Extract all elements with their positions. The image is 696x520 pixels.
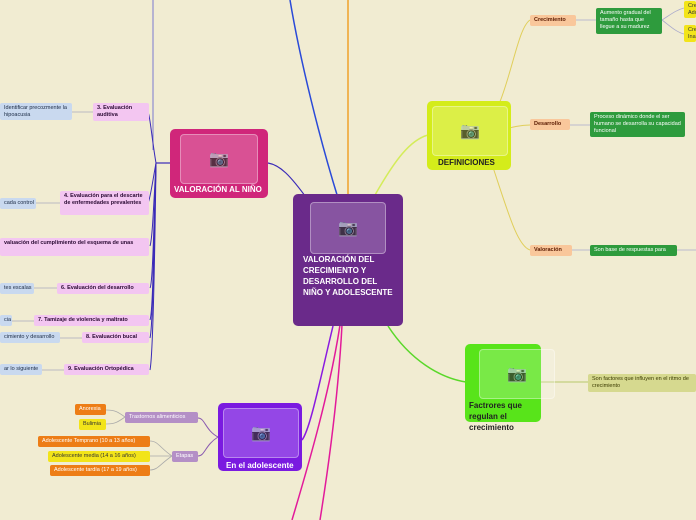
- nino-note-bucal[interactable]: cimiento y desarrollo: [0, 332, 60, 343]
- nino-item-vacunas[interactable]: valuación del cumplimiento del esquema d…: [0, 238, 149, 256]
- node-adolescente[interactable]: 📷 En el adolescente: [218, 403, 302, 471]
- nino-note-ortopedica[interactable]: ar lo siguiente: [0, 364, 42, 375]
- nino-item-bucal[interactable]: 8. Evaluación bucal: [82, 332, 149, 343]
- camera-icon: 📷: [180, 134, 258, 184]
- node-valoracion-nino[interactable]: 📷 VALORACIÓN AL NIÑO: [170, 129, 268, 198]
- nino-item-enfermedades[interactable]: 4. Evaluación para el descarte de enferm…: [60, 191, 149, 215]
- node-adolescente-title: En el adolescente: [226, 461, 294, 470]
- camera-icon: 📷: [223, 408, 299, 458]
- factores-desc[interactable]: Son factores que influyen en el ritmo de…: [588, 374, 696, 392]
- def-crecimiento[interactable]: Crecimiento: [530, 15, 576, 26]
- central-node[interactable]: 📷 VALORACIÓN DEL CRECIMIENTO Y DESARROLL…: [293, 194, 403, 326]
- adol-trastornos[interactable]: Trastornos alimenticios: [125, 412, 198, 423]
- nino-item-auditiva[interactable]: 3. Evaluación auditiva: [93, 103, 149, 121]
- nino-note-desarrollo[interactable]: tes escalas: [0, 283, 34, 294]
- def-valoracion[interactable]: Valoración: [530, 245, 572, 256]
- node-factores-title: Factrores que regulan el crecimiento: [469, 401, 522, 432]
- nino-note-enfermedades[interactable]: cada control: [0, 198, 36, 209]
- node-definiciones-title: DEFINICIONES: [438, 158, 495, 167]
- node-definiciones[interactable]: 📷 DEFINICIONES: [427, 101, 511, 170]
- adol-etapa-tardia[interactable]: Adolescente tardía (17 a 19 años): [50, 465, 150, 476]
- def-crecimiento-sub-2[interactable]: Cre Ina: [684, 25, 696, 42]
- def-crecimiento-sub-1[interactable]: Cre Ado: [684, 1, 696, 18]
- adol-etapa-temprano[interactable]: Adolescente Temprano (10 a 13 años): [38, 436, 150, 447]
- camera-icon: 📷: [432, 106, 508, 156]
- def-desarrollo[interactable]: Desarrollo: [530, 119, 570, 130]
- nino-note-violencia[interactable]: cia: [0, 315, 12, 326]
- nino-note-auditiva[interactable]: Identificar precozmente la hipoacusia: [0, 103, 72, 120]
- node-factores[interactable]: 📷 Factrores que regulan el crecimiento: [465, 344, 555, 432]
- def-valoracion-desc[interactable]: Son base de respuestas para: [590, 245, 677, 256]
- adol-anorexia[interactable]: Anorexia: [75, 404, 106, 415]
- camera-icon: 📷: [479, 349, 555, 399]
- camera-icon: 📷: [310, 202, 386, 254]
- adol-etapas[interactable]: Etapas: [172, 451, 198, 462]
- adol-bulimia[interactable]: Bulimia: [79, 419, 106, 430]
- adol-etapa-media[interactable]: Adolescente media (14 a 16 años): [48, 451, 150, 462]
- nino-item-ortopedica[interactable]: 9. Evaluación Ortopédica: [64, 364, 149, 375]
- def-crecimiento-desc[interactable]: Aumento gradual del tamaño hasta que lle…: [596, 8, 662, 34]
- nino-item-desarrollo[interactable]: 6. Evaluación del desarrollo: [57, 283, 149, 294]
- nino-item-violencia[interactable]: 7. Tamizaje de violencia y maltrato: [34, 315, 149, 326]
- def-desarrollo-desc[interactable]: Proceso dinámico donde el ser humano se …: [590, 112, 685, 137]
- central-node-title: VALORACIÓN DEL CRECIMIENTO Y DESARROLLO …: [303, 255, 393, 297]
- node-valoracion-nino-title: VALORACIÓN AL NIÑO: [174, 185, 262, 194]
